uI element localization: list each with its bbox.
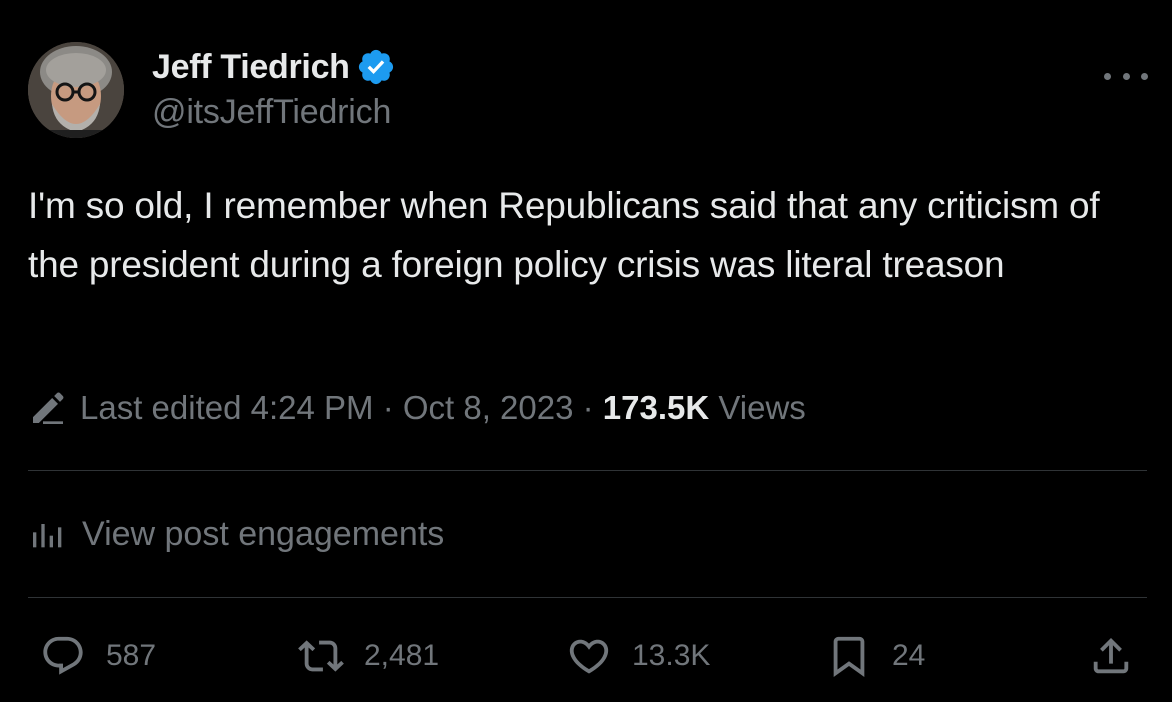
author-name-row: Jeff Tiedrich (152, 46, 396, 88)
more-dot (1122, 72, 1130, 80)
heart-icon (569, 639, 609, 674)
like-button[interactable]: 13.3K (566, 626, 710, 686)
reply-count: 587 (106, 639, 157, 672)
view-engagements-link[interactable]: View post engagements (28, 512, 444, 556)
reply-icon (43, 636, 83, 675)
tweet-card: Jeff Tiedrich @itsJeffTiedrich I'm so ol… (0, 0, 1172, 702)
author-handle[interactable]: @itsJeffTiedrich (152, 93, 391, 132)
bookmark-icon (833, 636, 865, 677)
bookmark-count: 24 (892, 639, 926, 672)
divider (28, 470, 1147, 471)
more-icon[interactable] (1104, 64, 1148, 88)
avatar[interactable] (28, 42, 124, 138)
share-icon (1093, 637, 1129, 674)
repost-button[interactable]: 2,481 (298, 626, 439, 686)
repost-count: 2,481 (364, 639, 440, 672)
action-bar: 587 2,481 13.3K 24 (0, 626, 1172, 686)
more-dot (1104, 72, 1111, 80)
post-text: I'm so old, I remember when Republicans … (28, 185, 1100, 285)
divider (28, 597, 1147, 598)
pencil-icon (33, 392, 64, 424)
reply-button[interactable]: 587 (40, 626, 156, 686)
avatar-image (28, 42, 124, 138)
views-count: 173.5K (602, 389, 710, 426)
bar-chart-icon (33, 524, 62, 548)
views-label: Views (709, 389, 806, 426)
author-name[interactable]: Jeff Tiedrich (152, 48, 350, 87)
post-meta: Last edited 4:24 PM · Oct 8, 2023 · 173.… (28, 386, 806, 430)
verified-badge-icon[interactable] (356, 47, 396, 87)
more-dot (1141, 72, 1148, 80)
repost-icon (298, 640, 344, 672)
view-engagements-label: View post engagements (82, 514, 445, 553)
share-button[interactable] (1088, 626, 1134, 686)
bookmark-button[interactable]: 24 (826, 626, 925, 686)
edited-timestamp[interactable]: Last edited 4:24 PM · Oct 8, 2023 · (80, 389, 603, 427)
like-count: 13.3K (632, 639, 711, 672)
